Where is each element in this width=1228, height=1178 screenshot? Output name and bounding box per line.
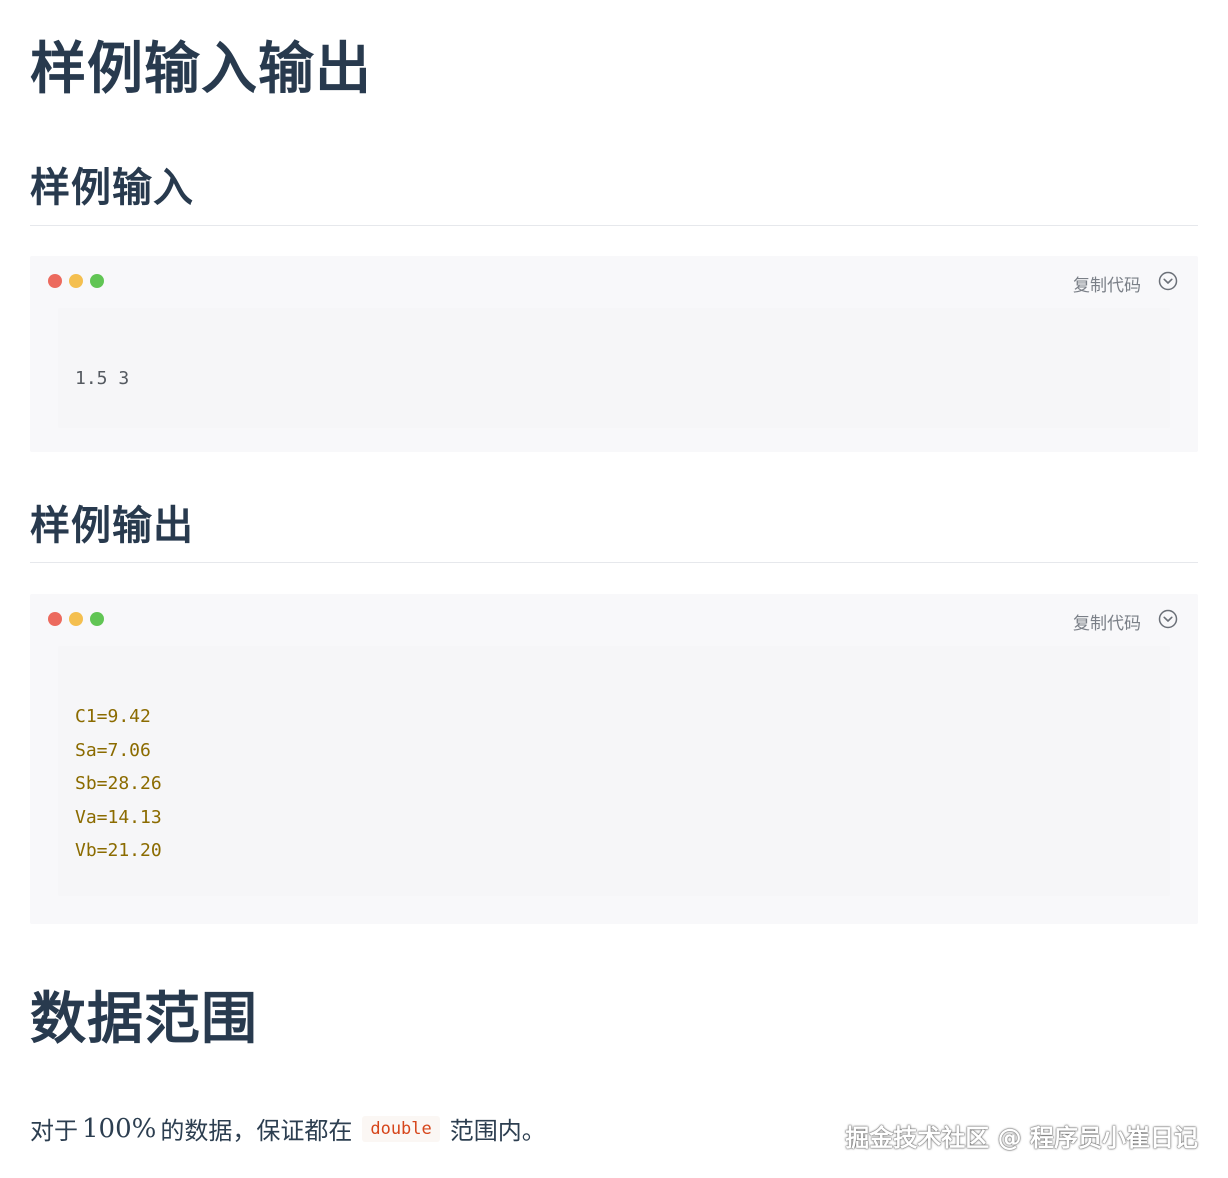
heading-divider	[30, 225, 1198, 226]
section-heading-output: 样例输出	[30, 503, 194, 549]
code-block-input: 复制代码 1.5 3	[30, 256, 1198, 452]
math-percent: 100%	[82, 1113, 157, 1144]
code-body: 1.5 3	[58, 308, 1170, 428]
code-block-header: 复制代码	[30, 256, 1198, 308]
paragraph-text: 对于	[30, 1117, 78, 1145]
section-heading-io: 样例输入输出	[30, 37, 372, 102]
chevron-down-circle-icon[interactable]	[1158, 609, 1178, 629]
inline-code: double	[362, 1115, 440, 1142]
window-dots	[48, 274, 104, 288]
red-dot-icon	[48, 612, 62, 626]
code-block-output: 复制代码 C1=9.42 Sa=7.06 Sb=28.26 Va=14.13 V…	[30, 594, 1198, 924]
article-page: 样例输入输出 样例输入 复制代码 1.5 3 样例输出 复制代码 C1=9.42…	[0, 0, 1228, 1178]
copy-code-button[interactable]: 复制代码	[1073, 609, 1141, 634]
code-line: Sa=7.06	[75, 739, 151, 761]
code-line: Sb=28.26	[75, 773, 162, 794]
yellow-dot-icon	[69, 274, 83, 288]
code-line: C1=9.42	[75, 706, 151, 727]
code-line: 1.5 3	[75, 368, 130, 389]
code-line: Va=14.13	[75, 806, 162, 828]
section-heading-range: 数据范围	[30, 987, 258, 1052]
green-dot-icon	[90, 612, 104, 626]
green-dot-icon	[90, 274, 104, 288]
range-paragraph: 对于 100% 的数据，保证都在 double 范围内。	[30, 1111, 546, 1146]
copy-code-button[interactable]: 复制代码	[1073, 271, 1141, 296]
red-dot-icon	[48, 274, 62, 288]
section-heading-input: 样例输入	[30, 165, 194, 211]
code-block-header: 复制代码	[30, 594, 1198, 646]
heading-divider	[30, 562, 1198, 563]
chevron-down-circle-icon[interactable]	[1158, 271, 1178, 291]
window-dots	[48, 612, 104, 626]
watermark: 掘金技术社区 @ 程序员小崔日记	[845, 1124, 1198, 1152]
paragraph-text: 的数据，保证都在	[160, 1117, 353, 1145]
code-line: Vb=21.20	[75, 840, 162, 861]
code-body: C1=9.42 Sa=7.06 Sb=28.26 Va=14.13 Vb=21.…	[58, 646, 1170, 896]
yellow-dot-icon	[69, 612, 83, 626]
paragraph-text: 范围内。	[449, 1117, 546, 1145]
